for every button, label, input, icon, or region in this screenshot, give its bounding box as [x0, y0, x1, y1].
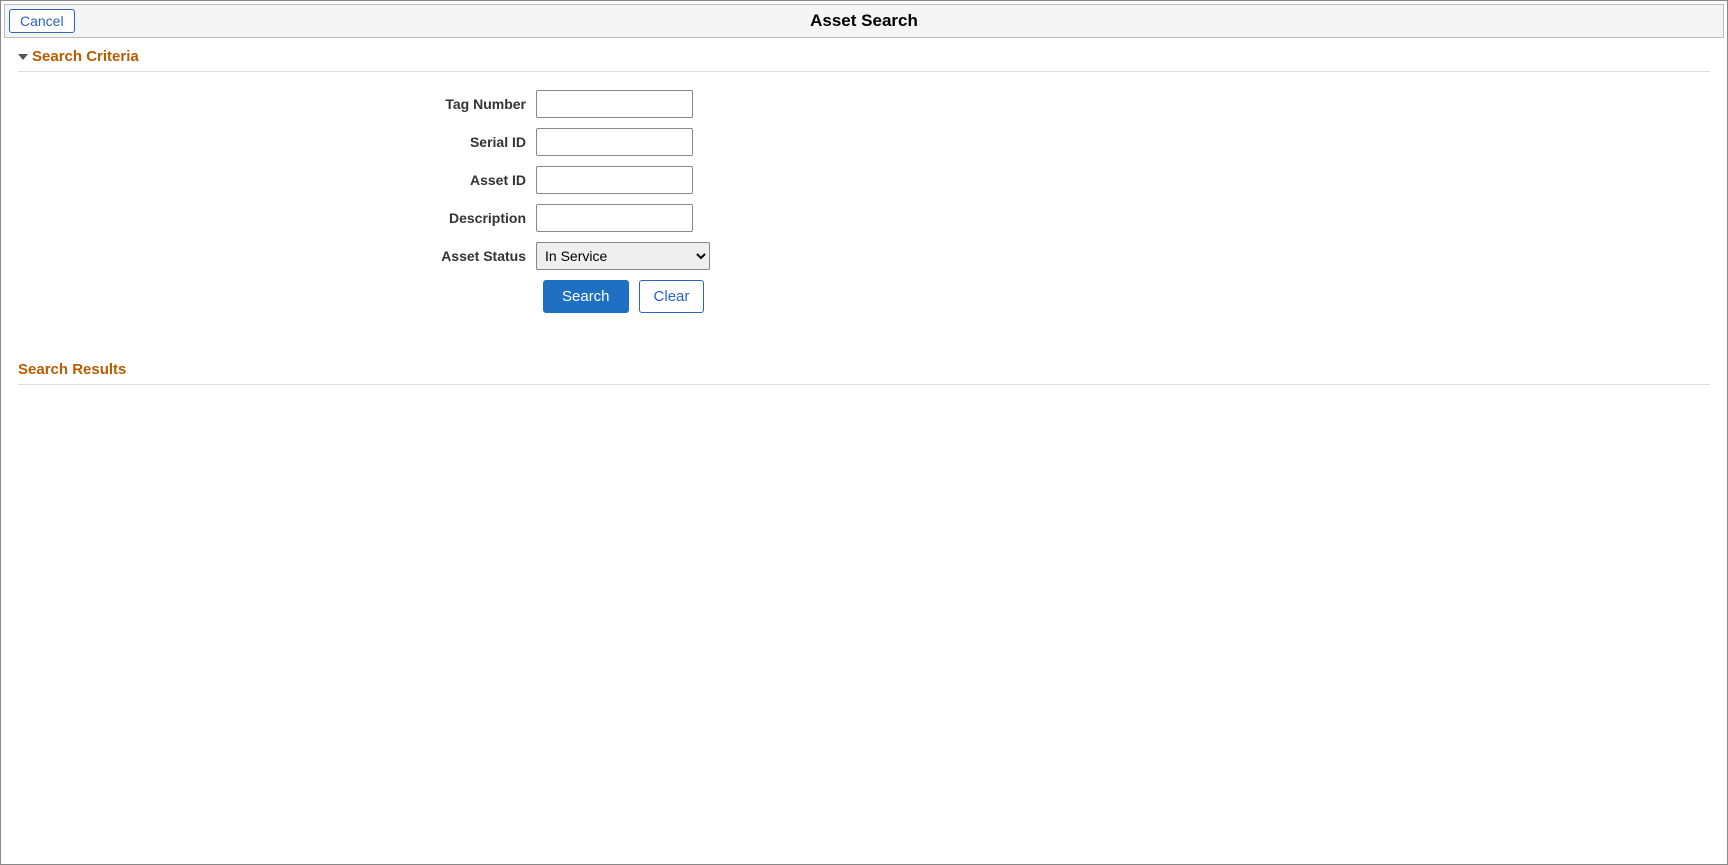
- description-row: Description: [18, 204, 1710, 232]
- serial-id-label: Serial ID: [18, 134, 536, 150]
- cancel-button[interactable]: Cancel: [9, 9, 75, 33]
- page-title: Asset Search: [5, 11, 1723, 31]
- tag-number-input[interactable]: [536, 90, 693, 118]
- search-button[interactable]: Search: [543, 280, 629, 313]
- serial-id-row: Serial ID: [18, 128, 1710, 156]
- asset-status-label: Asset Status: [18, 248, 536, 264]
- header-bar: Cancel Asset Search: [4, 4, 1724, 38]
- button-row: Search Clear: [543, 280, 1710, 313]
- search-criteria-toggle[interactable]: Search Criteria: [18, 48, 1710, 72]
- clear-button[interactable]: Clear: [639, 280, 705, 313]
- asset-search-window: Cancel Asset Search Search Criteria Tag …: [0, 0, 1728, 865]
- asset-id-input[interactable]: [536, 166, 693, 194]
- chevron-down-icon: [18, 54, 28, 60]
- tag-number-label: Tag Number: [18, 96, 536, 112]
- asset-status-select[interactable]: In Service: [536, 242, 710, 270]
- content-area: Search Criteria Tag Number Serial ID Ass…: [4, 38, 1724, 385]
- serial-id-input[interactable]: [536, 128, 693, 156]
- asset-status-row: Asset Status In Service: [18, 242, 1710, 270]
- search-results-title: Search Results: [18, 361, 1710, 385]
- tag-number-row: Tag Number: [18, 90, 1710, 118]
- description-input[interactable]: [536, 204, 693, 232]
- asset-id-row: Asset ID: [18, 166, 1710, 194]
- description-label: Description: [18, 210, 536, 226]
- search-criteria-form: Tag Number Serial ID Asset ID Descriptio…: [18, 72, 1710, 313]
- search-results-section: Search Results: [18, 361, 1710, 385]
- asset-id-label: Asset ID: [18, 172, 536, 188]
- search-criteria-title: Search Criteria: [32, 48, 139, 65]
